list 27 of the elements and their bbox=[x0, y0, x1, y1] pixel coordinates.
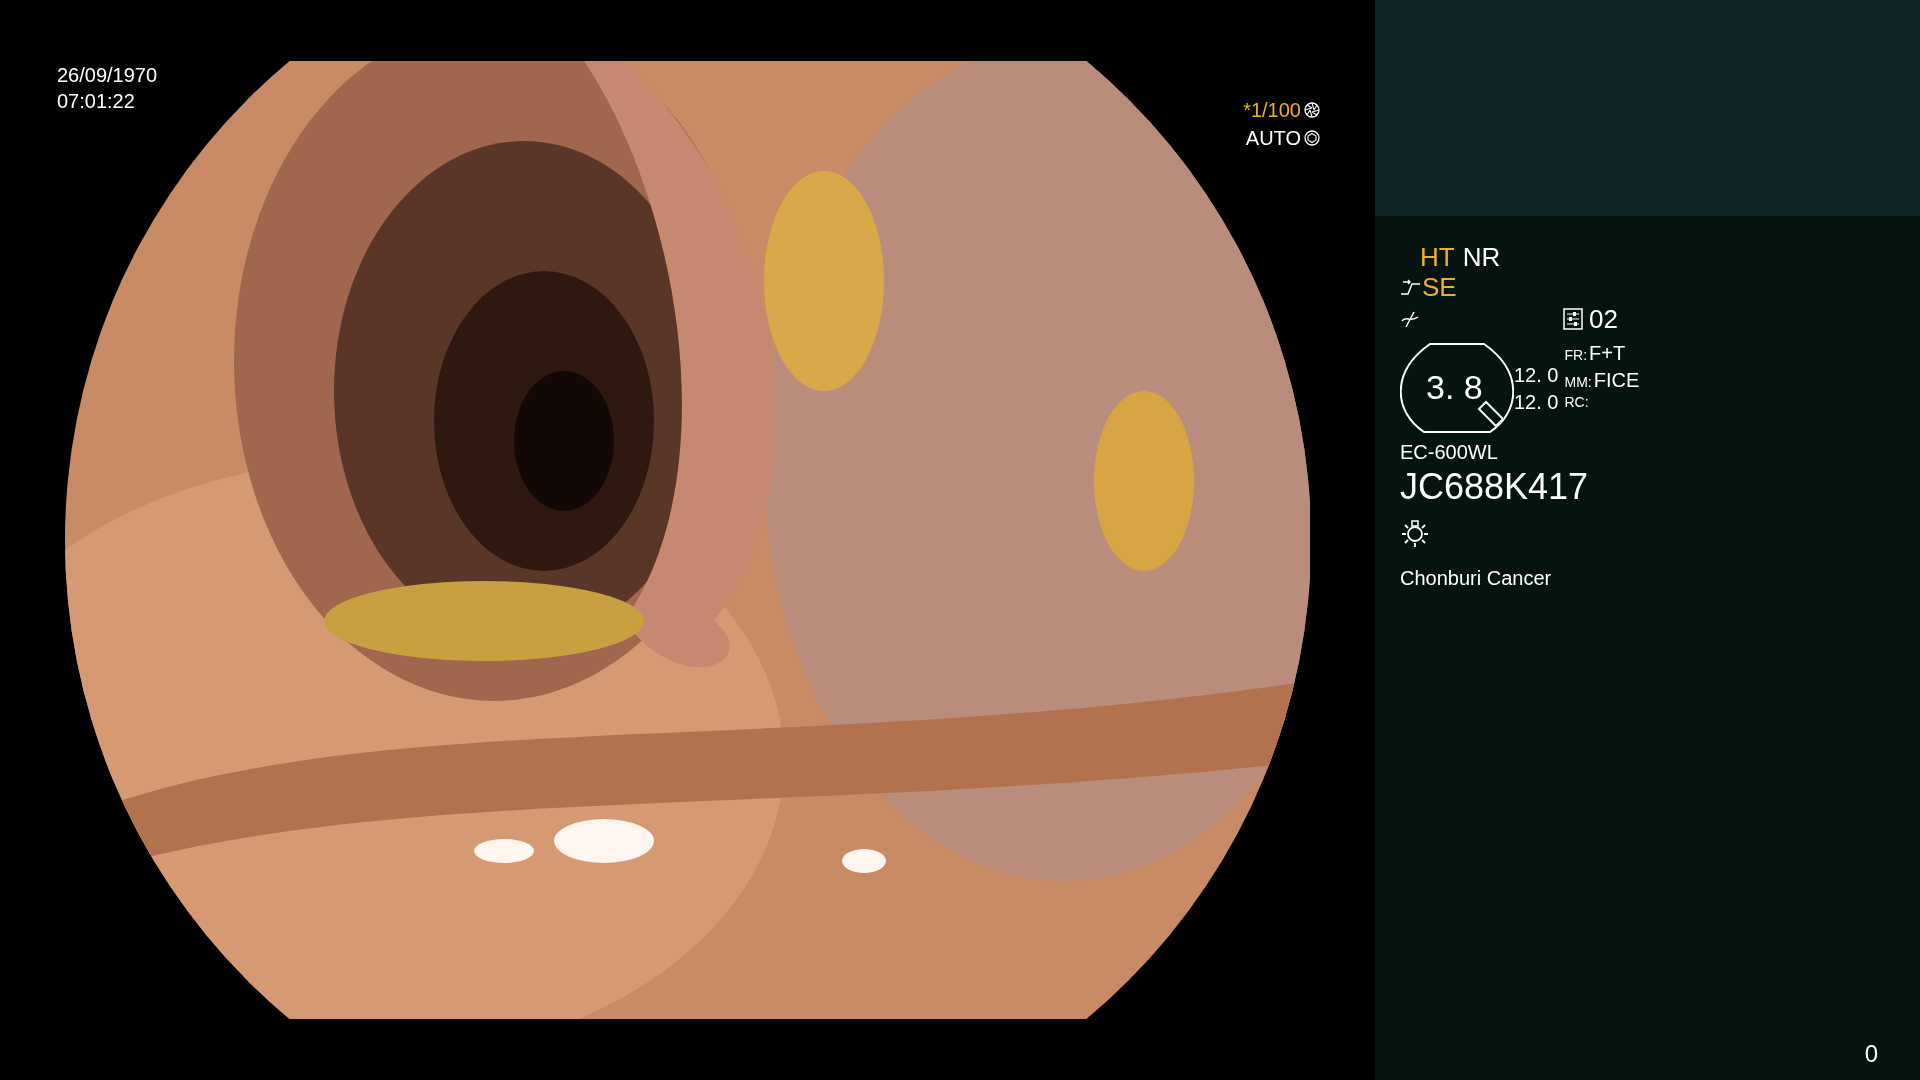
curve-arrow-icon bbox=[1400, 278, 1422, 296]
mode-label: NR bbox=[1462, 242, 1501, 272]
lamp-icon bbox=[1400, 518, 1430, 548]
aperture-icon bbox=[1304, 102, 1320, 118]
zoom-value: 3. 8 bbox=[1426, 368, 1483, 406]
institution-name: Chonburi Cancer bbox=[1400, 566, 1553, 590]
setting-key: FR: bbox=[1564, 345, 1588, 366]
scope-serial: JC688K417 bbox=[1400, 466, 1590, 508]
reading-value: 12. 0 bbox=[1514, 363, 1559, 388]
setting-value: FICE bbox=[1593, 368, 1640, 393]
exposure-text: AUTO bbox=[1245, 126, 1301, 150]
sliders-icon bbox=[1563, 308, 1583, 330]
enhancement-label: SE bbox=[1422, 272, 1457, 302]
time-text: 07:01:22 bbox=[57, 89, 136, 114]
counter-text: 0 bbox=[1864, 1039, 1878, 1069]
reading-value: 12. 0 bbox=[1514, 390, 1559, 415]
scope-model: EC-600WL bbox=[1400, 440, 1499, 464]
setting-value: F+T bbox=[1589, 341, 1626, 366]
mode-label: HT bbox=[1420, 242, 1455, 272]
preset-number: 02 bbox=[1589, 304, 1618, 334]
exposure-text: *1/100 bbox=[1243, 98, 1301, 122]
setting-key: MM: bbox=[1564, 372, 1592, 393]
setting-key: RC: bbox=[1564, 392, 1589, 413]
zoom-gauge-icon bbox=[1400, 342, 1514, 434]
curve-icon bbox=[1400, 309, 1420, 329]
aperture-icon bbox=[1304, 130, 1320, 146]
date-text: 26/09/1970 bbox=[57, 63, 158, 88]
